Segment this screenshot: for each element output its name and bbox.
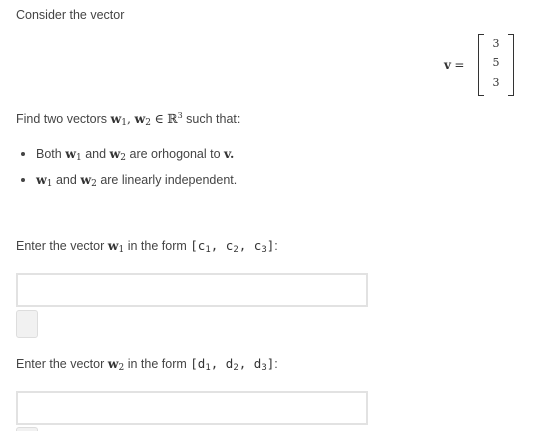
w1-subscript: 1 — [75, 153, 82, 163]
answer2-input[interactable] — [16, 391, 368, 425]
w1-symbol: w — [36, 172, 47, 187]
answer-label-colon: : — [274, 239, 278, 253]
vector-equation: v = — [444, 58, 464, 72]
prompt-comma: , — [127, 111, 131, 126]
condition-prefix: Both — [36, 147, 62, 161]
answer1-check-button[interactable] — [16, 310, 38, 338]
answer-label-prefix: Enter the vector — [16, 357, 105, 371]
answer-label-colon: : — [274, 357, 278, 371]
condition-and: and — [55, 173, 77, 187]
intro-text: Consider the vector — [16, 8, 125, 22]
prompt-line: Find two vectors w1, w2 ∈ ℝ3 such that: — [16, 111, 240, 128]
condition-suffix: are linearly independent. — [100, 173, 238, 187]
w2-symbol: w — [107, 356, 119, 371]
answer-label-mid: in the form — [127, 357, 187, 371]
real-space-symbol: ℝ — [167, 111, 178, 126]
w2-subscript: 2 — [118, 363, 125, 373]
answer-label-mid: in the form — [127, 239, 187, 253]
w2-subscript: 2 — [145, 118, 151, 128]
condition-item-independent: w1 and w2 are linearly independent. — [18, 172, 237, 198]
member-of-symbol: ∈ — [154, 111, 164, 126]
w1-subscript: 1 — [46, 179, 53, 189]
w1-symbol: w — [107, 238, 119, 253]
answer2-format: [d1, d2, d3] — [190, 356, 274, 373]
prompt-such-that: such that: — [186, 112, 241, 126]
w2-subscript: 2 — [120, 153, 127, 163]
answer1-format: [c1, c2, c3] — [190, 238, 274, 255]
real-space-exponent: 3 — [177, 111, 183, 120]
matrix-entry-3: 3 — [492, 76, 500, 89]
answer1-label: Enter the vector w1 in the form [c1, c2,… — [16, 238, 278, 255]
format-sep-2: , c — [238, 238, 262, 253]
answer2-label: Enter the vector w2 in the form [d1, d2,… — [16, 356, 278, 373]
format-sep-1: , c — [210, 238, 234, 253]
condition-suffix: are orhogonal to — [129, 147, 221, 161]
w2-subscript: 2 — [91, 179, 97, 189]
matrix-entry-1: 3 — [492, 37, 500, 50]
w2-symbol: w — [80, 172, 92, 187]
matrix-entry-2: 5 — [492, 56, 500, 69]
conditions-list: Both w1 and w2 are orhogonal to v. w1 an… — [18, 146, 237, 198]
condition-and: and — [85, 147, 107, 161]
prompt-find-text: Find two vectors — [16, 112, 108, 126]
w2-symbol: w — [109, 146, 121, 161]
vector-label: v — [444, 58, 451, 72]
w1-symbol: w — [65, 146, 76, 161]
condition-item-orthogonal: Both w1 and w2 are orhogonal to v. — [18, 146, 237, 172]
equals-sign: = — [454, 58, 465, 72]
vector-matrix: 3 5 3 — [478, 34, 514, 96]
w1-subscript: 1 — [118, 245, 125, 255]
format-open: [d — [190, 356, 206, 371]
target-vector-symbol: v. — [224, 146, 235, 161]
answer-label-prefix: Enter the vector — [16, 239, 105, 253]
format-open: [c — [190, 238, 206, 253]
answer1-input[interactable] — [16, 273, 368, 307]
format-sep-2: , d — [238, 356, 262, 371]
w1-symbol: w — [110, 111, 122, 126]
w2-symbol: w — [134, 111, 146, 126]
format-sep-1: , d — [210, 356, 234, 371]
answer2-check-button[interactable] — [16, 427, 38, 431]
